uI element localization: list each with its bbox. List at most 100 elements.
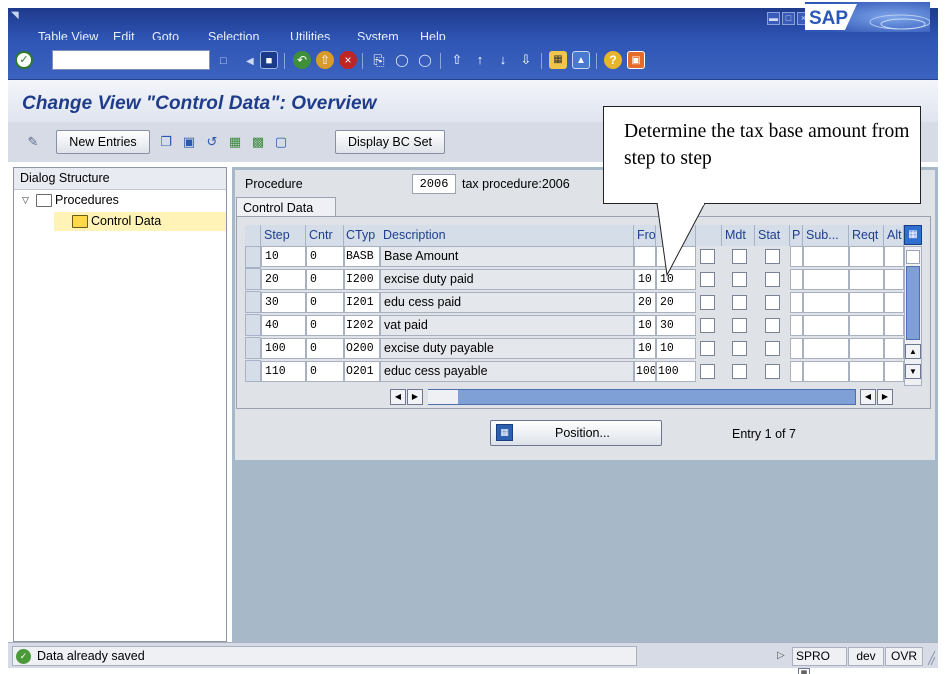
table-cell-step[interactable]: 20 bbox=[261, 269, 306, 290]
table-cell-requirement[interactable] bbox=[849, 315, 884, 336]
column-header-reqt[interactable]: Reqt bbox=[849, 225, 884, 246]
status-expand-icon[interactable]: ▷ bbox=[777, 650, 785, 661]
table-cell-cntr[interactable]: 0 bbox=[306, 361, 344, 382]
manual-checkbox[interactable] bbox=[700, 341, 715, 356]
table-cell-to[interactable]: 30 bbox=[656, 315, 696, 336]
table-cell-from[interactable]: 20 bbox=[634, 292, 656, 313]
table-cell-subtotal[interactable] bbox=[803, 338, 849, 359]
table-cell-cntr[interactable]: 0 bbox=[306, 269, 344, 290]
column-header-p[interactable]: P bbox=[790, 225, 803, 246]
minimize-icon[interactable]: ▬ bbox=[767, 12, 780, 25]
table-cell-cntr[interactable]: 0 bbox=[306, 315, 344, 336]
table-cell-from[interactable]: 10 bbox=[634, 269, 656, 290]
mandatory-checkbox[interactable] bbox=[732, 318, 747, 333]
table-cell-step[interactable]: 30 bbox=[261, 292, 306, 313]
table-cell-subtotal[interactable] bbox=[803, 361, 849, 382]
cancel-icon[interactable]: × bbox=[339, 51, 357, 69]
table-cell-requirement[interactable] bbox=[849, 338, 884, 359]
table-cell-to[interactable]: 100 bbox=[656, 361, 696, 382]
select-block-icon[interactable]: ▩ bbox=[247, 130, 269, 154]
table-cell-from[interactable]: 10 bbox=[634, 338, 656, 359]
column-header-description[interactable]: Description bbox=[380, 225, 634, 246]
row-selector[interactable] bbox=[245, 268, 261, 290]
session-info-icon[interactable]: ▦ bbox=[798, 668, 810, 674]
display-change-icon[interactable]: ✎ bbox=[22, 130, 44, 154]
command-history-icon[interactable]: □ bbox=[220, 55, 227, 67]
statistical-checkbox[interactable] bbox=[765, 318, 780, 333]
deselect-all-icon[interactable]: ▢ bbox=[270, 130, 292, 154]
mandatory-checkbox[interactable] bbox=[732, 272, 747, 287]
column-header-ctyp[interactable]: CTyp bbox=[344, 225, 384, 246]
new-entries-button[interactable]: New Entries bbox=[56, 130, 150, 154]
statistical-checkbox[interactable] bbox=[765, 364, 780, 379]
expand-node-icon[interactable]: ▽ bbox=[22, 195, 29, 206]
table-cell-step[interactable]: 10 bbox=[261, 246, 306, 267]
table-cell-ctyp[interactable]: I201 bbox=[344, 292, 380, 313]
table-cell-print[interactable] bbox=[790, 269, 803, 290]
column-header-step[interactable]: Step bbox=[261, 225, 306, 246]
shortcut-icon[interactable]: ▲ bbox=[572, 51, 590, 69]
table-cell-print[interactable] bbox=[790, 246, 803, 267]
enter-check-icon[interactable]: ✓ bbox=[15, 51, 33, 69]
manual-checkbox[interactable] bbox=[700, 364, 715, 379]
find-next-icon[interactable]: ◯ bbox=[416, 51, 434, 69]
procedure-field[interactable]: 2006 bbox=[412, 174, 456, 194]
mandatory-checkbox[interactable] bbox=[732, 341, 747, 356]
next-page-icon[interactable]: ↓ bbox=[494, 51, 512, 69]
vertical-scroll-thumb[interactable] bbox=[906, 266, 920, 340]
table-cell-from[interactable]: 100 bbox=[634, 361, 656, 382]
scroll-right-icon[interactable]: ▶ bbox=[877, 389, 893, 405]
table-cell-ctyp[interactable]: O201 bbox=[344, 361, 380, 382]
table-cell-alt-calc[interactable] bbox=[884, 361, 904, 382]
table-cell-alt-calc[interactable] bbox=[884, 292, 904, 313]
row-selector[interactable] bbox=[245, 314, 261, 336]
scroll-right-icon[interactable]: ▶ bbox=[407, 389, 423, 405]
undo-change-icon[interactable]: ↺ bbox=[201, 130, 223, 154]
maximize-icon[interactable]: □ bbox=[782, 12, 795, 25]
table-cell-ctyp[interactable]: O200 bbox=[344, 338, 380, 359]
row-selector[interactable] bbox=[245, 360, 261, 382]
scroll-left-icon[interactable]: ◀ bbox=[860, 389, 876, 405]
table-cell-subtotal[interactable] bbox=[803, 315, 849, 336]
column-header-alt[interactable]: Alt bbox=[884, 225, 904, 246]
last-page-icon[interactable]: ⇩ bbox=[517, 51, 535, 69]
back-icon[interactable]: ↶ bbox=[293, 51, 311, 69]
table-cell-alt-calc[interactable] bbox=[884, 269, 904, 290]
table-cell-step[interactable]: 40 bbox=[261, 315, 306, 336]
scroll-down-icon[interactable]: ▼ bbox=[905, 364, 921, 379]
row-selector[interactable] bbox=[245, 337, 261, 359]
first-page-icon[interactable]: ⇧ bbox=[448, 51, 466, 69]
table-cell-print[interactable] bbox=[790, 338, 803, 359]
table-cell-to[interactable]: 20 bbox=[656, 292, 696, 313]
display-bc-set-button[interactable]: Display BC Set bbox=[335, 130, 445, 154]
table-cell-print[interactable] bbox=[790, 315, 803, 336]
status-insert-mode[interactable]: OVR bbox=[885, 647, 923, 666]
command-field[interactable] bbox=[52, 50, 210, 70]
table-cell-subtotal[interactable] bbox=[803, 246, 849, 267]
table-cell-requirement[interactable] bbox=[849, 292, 884, 313]
table-cell-step[interactable]: 110 bbox=[261, 361, 306, 382]
copy-as-icon[interactable]: ❐ bbox=[155, 130, 177, 154]
column-header-stat[interactable]: Stat bbox=[755, 225, 790, 246]
delete-icon[interactable]: ▣ bbox=[178, 130, 200, 154]
horizontal-scrollbar[interactable] bbox=[428, 389, 856, 405]
statistical-checkbox[interactable] bbox=[765, 272, 780, 287]
mandatory-checkbox[interactable] bbox=[732, 249, 747, 264]
column-header-from[interactable]: Fro bbox=[634, 225, 656, 246]
table-cell-requirement[interactable] bbox=[849, 246, 884, 267]
select-all-rows-handle[interactable] bbox=[245, 225, 261, 246]
table-cell-alt-calc[interactable] bbox=[884, 246, 904, 267]
manual-checkbox[interactable] bbox=[700, 318, 715, 333]
select-all-icon[interactable]: ▦ bbox=[224, 130, 246, 154]
exit-icon[interactable]: ⇧ bbox=[316, 51, 334, 69]
table-cell-cntr[interactable]: 0 bbox=[306, 246, 344, 267]
table-cell-requirement[interactable] bbox=[849, 269, 884, 290]
mandatory-checkbox[interactable] bbox=[732, 364, 747, 379]
scroll-left-icon[interactable]: ◀ bbox=[390, 389, 406, 405]
table-cell-from[interactable] bbox=[634, 246, 656, 267]
previous-page-icon[interactable]: ↑ bbox=[471, 51, 489, 69]
layout-icon[interactable]: ▣ bbox=[627, 51, 645, 69]
table-cell-subtotal[interactable] bbox=[803, 292, 849, 313]
help-icon[interactable]: ? bbox=[604, 51, 622, 69]
table-cell-to[interactable]: 10 bbox=[656, 338, 696, 359]
